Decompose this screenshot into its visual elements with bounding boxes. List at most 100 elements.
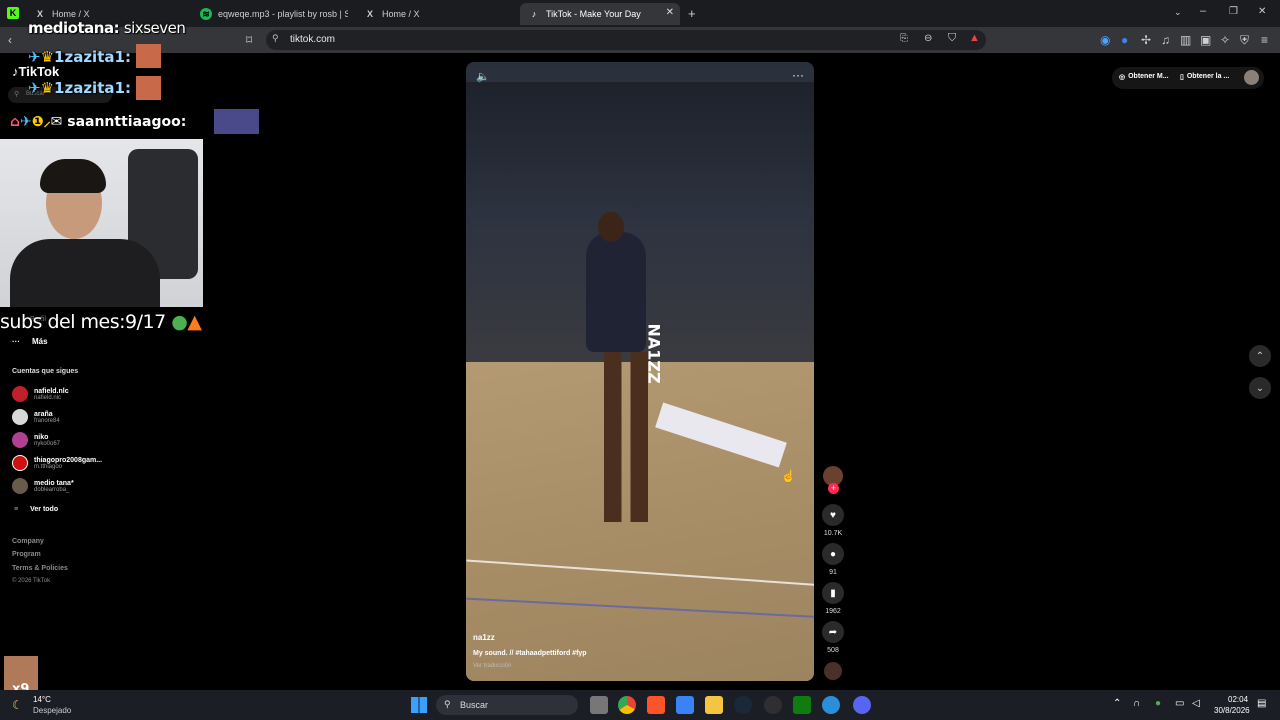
url-field[interactable]: ⚲ tiktok.com ⎘ ⊖ ⛉ ▲: [266, 30, 986, 50]
brave-icon[interactable]: [647, 696, 665, 714]
tab-x-home-2[interactable]: X Home / X: [356, 3, 516, 25]
wallet-icon[interactable]: ▣: [1200, 33, 1211, 47]
taskbar-search[interactable]: ⚲ Buscar: [436, 695, 578, 715]
steam-icon[interactable]: [734, 696, 752, 714]
clock-date[interactable]: 30/8/2026: [1214, 706, 1250, 715]
media-icon[interactable]: ♫: [1161, 33, 1170, 47]
menu-icon[interactable]: ≡: [1261, 33, 1268, 47]
fire-emote-icon: ▲: [187, 311, 202, 333]
tab-spotify[interactable]: ≋ eqweqe.mp3 - playlist by rosb | Spoti: [192, 3, 352, 25]
coin-icon: ◎: [1119, 74, 1126, 81]
next-video-button[interactable]: ⌄: [1249, 377, 1271, 399]
extensions-icon[interactable]: ✢: [1141, 33, 1151, 47]
xbox-icon[interactable]: [793, 696, 811, 714]
weather-temp: 14°C: [33, 695, 51, 704]
back-icon[interactable]: ‹: [8, 33, 12, 47]
zoom-icon[interactable]: ⊖: [924, 33, 932, 44]
clock-time[interactable]: 02:04: [1228, 695, 1248, 704]
following-account[interactable]: nafield.nlc nafield.nlc: [12, 386, 69, 402]
notification-icon[interactable]: ▤: [1257, 698, 1266, 709]
save-count: 1962: [825, 608, 841, 615]
previous-video-button[interactable]: ⌃: [1249, 345, 1271, 367]
brave-shield-icon[interactable]: ⛉: [948, 32, 956, 45]
comment-button[interactable]: ●: [822, 543, 844, 565]
mic-icon[interactable]: ●: [1155, 698, 1161, 709]
footer-company-link[interactable]: Company: [12, 538, 44, 545]
sidebar-icon[interactable]: ▥: [1180, 33, 1191, 47]
profile-avatar[interactable]: [1244, 70, 1259, 85]
share-button[interactable]: ➦: [822, 621, 844, 643]
like-button[interactable]: ♥: [822, 504, 844, 526]
file-explorer-icon[interactable]: [705, 696, 723, 714]
footer-terms-link[interactable]: Terms & Policies: [12, 565, 68, 572]
subs-counter: subs del mes:9/17 ●▲: [0, 311, 202, 333]
footer-program-link[interactable]: Program: [12, 551, 41, 558]
obs-icon[interactable]: [764, 696, 782, 714]
following-account[interactable]: medio tana* doblearroba_: [12, 478, 74, 494]
translate-link[interactable]: Ver traducción: [473, 663, 511, 669]
chat-emote: [214, 109, 259, 134]
following-account[interactable]: niko nyko0o67: [12, 432, 60, 448]
volume-icon[interactable]: 🔈: [476, 70, 490, 83]
bookmark-icon[interactable]: ⌑: [246, 33, 252, 47]
weather-icon[interactable]: ☾: [12, 698, 23, 712]
tab-search-icon[interactable]: ⌄: [1174, 7, 1182, 18]
translate-icon[interactable]: ⎘: [900, 33, 908, 44]
tray-overflow-icon[interactable]: ⌃: [1113, 698, 1121, 709]
headset-icon[interactable]: ∩: [1133, 698, 1140, 709]
badge-icon: ✈: [20, 114, 32, 130]
search-icon: ⚲: [444, 699, 451, 709]
task-view-icon[interactable]: [590, 696, 608, 714]
tiktok-logo[interactable]: ♪TikTok: [12, 64, 59, 79]
maximize-button[interactable]: ❐: [1229, 6, 1238, 17]
weather-desc: Despejado: [33, 706, 72, 715]
spotify-icon: ≋: [200, 8, 212, 20]
video-player[interactable]: NA1ZZ 🔈 ··· na1zz My sound. // #tahaadpe…: [466, 62, 814, 681]
sidebar-item-more[interactable]: ··· Más: [12, 337, 48, 346]
bookmark-icon: ▮: [830, 587, 836, 599]
follow-plus-icon[interactable]: +: [828, 483, 839, 494]
volume-tray-icon[interactable]: ◁: [1192, 698, 1200, 709]
music-disc-icon[interactable]: [824, 662, 842, 680]
save-button[interactable]: ▮: [822, 582, 844, 604]
minimize-button[interactable]: –: [1200, 5, 1206, 17]
get-app-button[interactable]: ▯ Obtener la ...: [1180, 73, 1229, 81]
discord-icon[interactable]: [853, 696, 871, 714]
video-caption: My sound. // #tahaadpettiford #fyp: [473, 650, 587, 657]
crown-icon: ♛: [40, 79, 55, 97]
gift-badge-icon: ❶: [31, 114, 44, 130]
site-info-icon[interactable]: ⚲: [272, 33, 279, 44]
tiktok-icon: ♪: [531, 9, 537, 19]
search-icon: ⚲: [14, 91, 20, 98]
crown-icon: ♛: [40, 48, 55, 66]
leo-ai-icon[interactable]: ✧: [1220, 33, 1230, 47]
video-author[interactable]: na1zz: [473, 633, 495, 642]
audio-icon[interactable]: ◉: [1100, 33, 1110, 47]
brave-rewards-icon[interactable]: ▲: [969, 32, 980, 44]
address-bar-row: ‹ ⌑ ⚲ tiktok.com ⎘ ⊖ ⛉ ▲ ◉ ● ✢ ♫ ▥ ▣ ✧ ⛨…: [0, 27, 1280, 53]
jersey-name: NA1ZZ: [644, 323, 664, 384]
see-all-link[interactable]: ≡ Ver todo: [14, 506, 58, 513]
webcam-feed: [0, 139, 203, 307]
more-options-icon[interactable]: ···: [792, 68, 804, 82]
store-icon[interactable]: [676, 696, 694, 714]
chrome-icon[interactable]: [618, 696, 636, 714]
start-button[interactable]: [411, 697, 427, 713]
ccleaner-icon[interactable]: [822, 696, 840, 714]
vpn-icon[interactable]: ⛨: [1240, 33, 1249, 47]
new-tab-button[interactable]: +: [688, 6, 696, 21]
close-tab-icon[interactable]: ✕: [666, 7, 674, 18]
extension-1-icon[interactable]: ●: [1121, 33, 1128, 47]
following-account[interactable]: araña franore84: [12, 409, 60, 425]
player-legs: [604, 352, 648, 522]
kick-icon[interactable]: K: [7, 7, 19, 19]
chevron-up-icon: ⌃: [1255, 350, 1265, 362]
more-dots-icon: ···: [12, 337, 20, 346]
tab-tiktok[interactable]: ♪ TikTok - Make Your Day ✕: [520, 3, 680, 25]
badge-icon: ✈: [28, 48, 41, 66]
network-icon[interactable]: ▭: [1175, 698, 1184, 709]
get-coins-button[interactable]: ◎ Obtener M...: [1119, 73, 1169, 81]
avatar: [12, 432, 28, 448]
following-account[interactable]: thiagopro2008gam... m.tthiagoo: [12, 455, 102, 471]
close-window-button[interactable]: ✕: [1258, 6, 1266, 17]
